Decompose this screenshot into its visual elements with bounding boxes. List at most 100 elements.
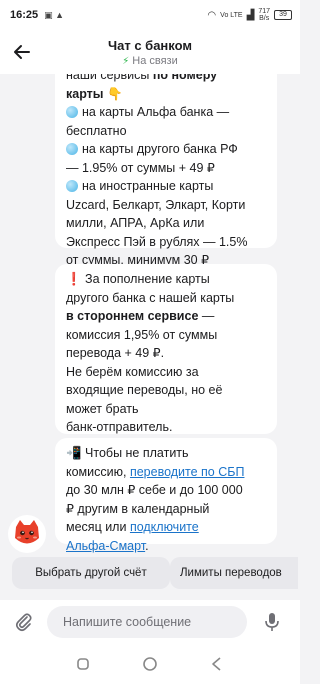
message-line: 📲 Чтобы не платить [66,444,266,463]
message-text: Не берём комиссию за [66,364,199,379]
chat-header: Чат с банком ⚡ На связи [0,30,300,74]
message-link[interactable]: переводите по СБП [130,465,245,479]
home-icon [143,657,157,671]
battery-level: 39 [279,11,287,18]
message-line: другого банка с нашей карты [66,289,266,308]
message-line: на иностранные карты [66,177,266,196]
microphone-icon [265,613,279,631]
message-line: комиссию, переводите по СБП [66,463,266,482]
message-text: комиссию, [66,464,130,479]
network-label: Vo LTE [220,11,243,19]
nav-home-button[interactable] [138,652,162,676]
message-text: банк-отправитель. [66,420,173,434]
message-text: Экспресс Пэй в рублях — 1.5% [66,234,248,249]
message-line: Uzcard, Белкарт, Элкарт, Корти [66,196,266,215]
bank-bot-avatar [8,515,46,553]
battery-icon: 39 [274,10,292,20]
speed-unit: B/s [259,15,270,22]
message-line: ❗ За пополнение карты [66,270,266,289]
nav-back-icon [211,657,221,671]
network-type: Vo LTE [220,12,242,19]
message-text: ❗ За пополнение карты [66,272,210,286]
message-text: бесплатно [66,123,127,138]
message-line: ₽ другим в календарный [66,500,266,519]
message-line: Экспресс Пэй в рублях — 1.5% [66,233,266,252]
message-line: карты 👇 [66,85,266,104]
paperclip-icon [15,613,32,632]
message-bubble: наши сервисы по номеру карты 👇 на карты Ал… [55,74,277,267]
nav-recents-button[interactable] [71,652,95,676]
speed-value: 717 [258,8,270,15]
lightning-icon: ⚡ [122,55,130,67]
message-text: другого банка с нашей карты [66,290,235,305]
blue-circle-icon [66,180,78,192]
message-bold-text: по номеру [152,74,218,82]
message-composer [0,600,300,644]
message-text: на иностранные карты [82,179,214,193]
message-line: бесплатно [66,122,266,141]
message-text: Uzcard, Белкарт, Элкарт, Корти [66,197,246,212]
message-line: до 30 млн ₽ себе и до 100 000 [66,481,266,500]
message-bubble: ❗ За пополнение карты другого банка с наш… [55,264,277,434]
message-line: месяц или подключите [66,518,266,537]
message-text: наши сервисы [66,74,153,82]
nav-back-button[interactable] [205,652,229,676]
message-text: на карты другого банка РФ [82,142,238,156]
message-line: милли, АПРА, АрКа или [66,214,266,233]
quick-replies: Выбрать другой счёт Лимиты переводов [0,557,300,591]
message-text: 📲 Чтобы не платить [66,446,189,460]
message-line: наши сервисы по номеру [66,74,266,85]
status-time: 16:25 [10,9,39,21]
notification-icons: ▣ ▲ [44,9,65,20]
chat-status: ⚡ На связи [44,55,256,67]
message-line: — 1.95% от суммы + 49 ₽ [66,159,266,178]
message-line: банк-отправитель. [66,418,266,437]
attach-button[interactable] [8,606,40,638]
blue-circle-icon [66,143,78,155]
message-text: ₽ другим в календарный [66,501,210,516]
message-line: на карты другого банка РФ [66,140,266,159]
signal-icon: ▟ [246,9,255,21]
network-speed: 717 B/s [258,8,270,22]
message-line: Не берём комиссию за [66,363,266,382]
message-line: комиссия 1,95% от суммы [66,326,266,345]
message-text: 👇 [103,86,123,101]
message-line: входящие переводы, но её [66,381,266,400]
message-text: . [145,538,149,553]
back-arrow-icon [14,45,30,59]
message-list[interactable]: наши сервисы по номеру карты 👇 на карты Ал… [0,74,300,554]
message-line: на карты Альфа банка — [66,103,266,122]
message-bold-text: карты [66,86,104,101]
quick-reply-transfer-limits[interactable]: Лимиты переводов [170,557,298,589]
message-text: милли, АПРА, АрКа или [66,216,205,230]
message-input[interactable] [47,606,247,638]
bank-bot-cat-icon [15,520,39,544]
message-text: месяц или [66,520,130,534]
message-text: комиссия 1,95% от суммы [66,327,218,342]
message-link[interactable]: Альфа-Смарт [66,539,145,553]
system-nav-bar [0,644,300,684]
message-text: — 1.95% от суммы + 49 ₽ [66,160,215,175]
message-text: может брать [66,401,139,416]
message-bubble: 📲 Чтобы не платить комиссию, переводите п… [55,438,277,553]
back-button[interactable] [0,30,44,74]
message-text: перевода + 49 ₽. [66,346,165,360]
message-text: входящие переводы, но её [66,383,223,397]
wifi-icon: ◠ [207,9,217,21]
recents-icon [77,658,90,670]
message-line: в стороннем сервисе — [66,307,266,326]
header-center: Чат с банком ⚡ На связи [44,38,300,67]
blue-circle-icon [66,106,78,118]
status-bar: 16:25 ▣ ▲ ◠ Vo LTE ▟ 717 B/s 39 [0,0,300,30]
chat-title: Чат с банком [107,37,193,53]
message-text: на карты Альфа банка — [82,105,230,119]
voice-message-button[interactable] [256,606,288,638]
message-line: перевода + 49 ₽. [66,344,266,363]
message-text: до 30 млн ₽ себе и до 100 000 [66,483,243,497]
status-text: На связи [132,54,178,67]
message-link[interactable]: подключите [130,520,199,534]
quick-reply-choose-account[interactable]: Выбрать другой счёт [12,557,170,589]
message-text: — [198,309,215,323]
message-line: Альфа-Смарт. [66,537,266,555]
message-line: может брать [66,400,266,419]
